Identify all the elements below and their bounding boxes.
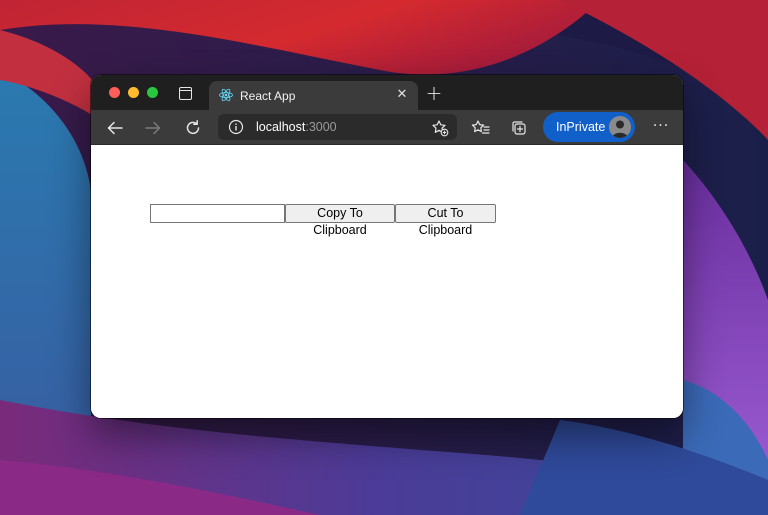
browser-toolbar: localhost:3000 InPrivate ··· — [91, 110, 683, 145]
browser-window: React App ✕ + localhost:3000 InPrivate ·… — [91, 75, 683, 418]
close-window-button[interactable] — [109, 87, 120, 98]
more-options-icon[interactable]: ··· — [648, 115, 674, 141]
copy-to-clipboard-button[interactable]: Copy To Clipboard — [285, 204, 395, 237]
tab-title: React App — [240, 89, 296, 103]
cut-to-clipboard-button[interactable]: Cut To Clipboard — [395, 204, 496, 237]
address-port: :3000 — [305, 120, 337, 134]
favorites-icon — [471, 120, 490, 134]
clipboard-text-input[interactable] — [150, 204, 285, 223]
tab-react-app[interactable]: React App ✕ — [209, 81, 418, 110]
address-host: localhost — [256, 120, 306, 134]
arrow-right-icon — [145, 121, 161, 135]
refresh-icon — [186, 120, 200, 135]
minimize-window-button[interactable] — [128, 87, 139, 98]
forward-button[interactable] — [140, 115, 166, 141]
new-tab-button[interactable]: + — [424, 83, 444, 104]
inprivate-label: InPrivate — [556, 120, 606, 134]
back-button[interactable] — [102, 115, 128, 141]
collections-icon — [512, 121, 526, 135]
arrow-left-icon — [107, 121, 123, 135]
tab-close-icon[interactable]: ✕ — [392, 85, 412, 105]
zoom-window-button[interactable] — [147, 87, 158, 98]
avatar — [609, 116, 631, 138]
address-bar[interactable]: localhost:3000 — [218, 114, 457, 140]
add-favorite-icon[interactable] — [431, 119, 449, 137]
tab-actions-icon[interactable] — [179, 87, 192, 100]
collections-button[interactable] — [506, 115, 532, 141]
page-content: Copy To Clipboard Cut To Clipboard — [91, 145, 683, 418]
inprivate-profile-button[interactable]: InPrivate — [543, 112, 635, 142]
person-icon — [609, 116, 631, 138]
react-logo-icon — [219, 88, 233, 102]
favorites-button[interactable] — [468, 115, 494, 141]
browser-titlebar: React App ✕ + — [91, 75, 683, 110]
info-icon[interactable] — [228, 119, 244, 135]
refresh-button[interactable] — [180, 115, 206, 141]
address-url: localhost:3000 — [256, 120, 337, 134]
